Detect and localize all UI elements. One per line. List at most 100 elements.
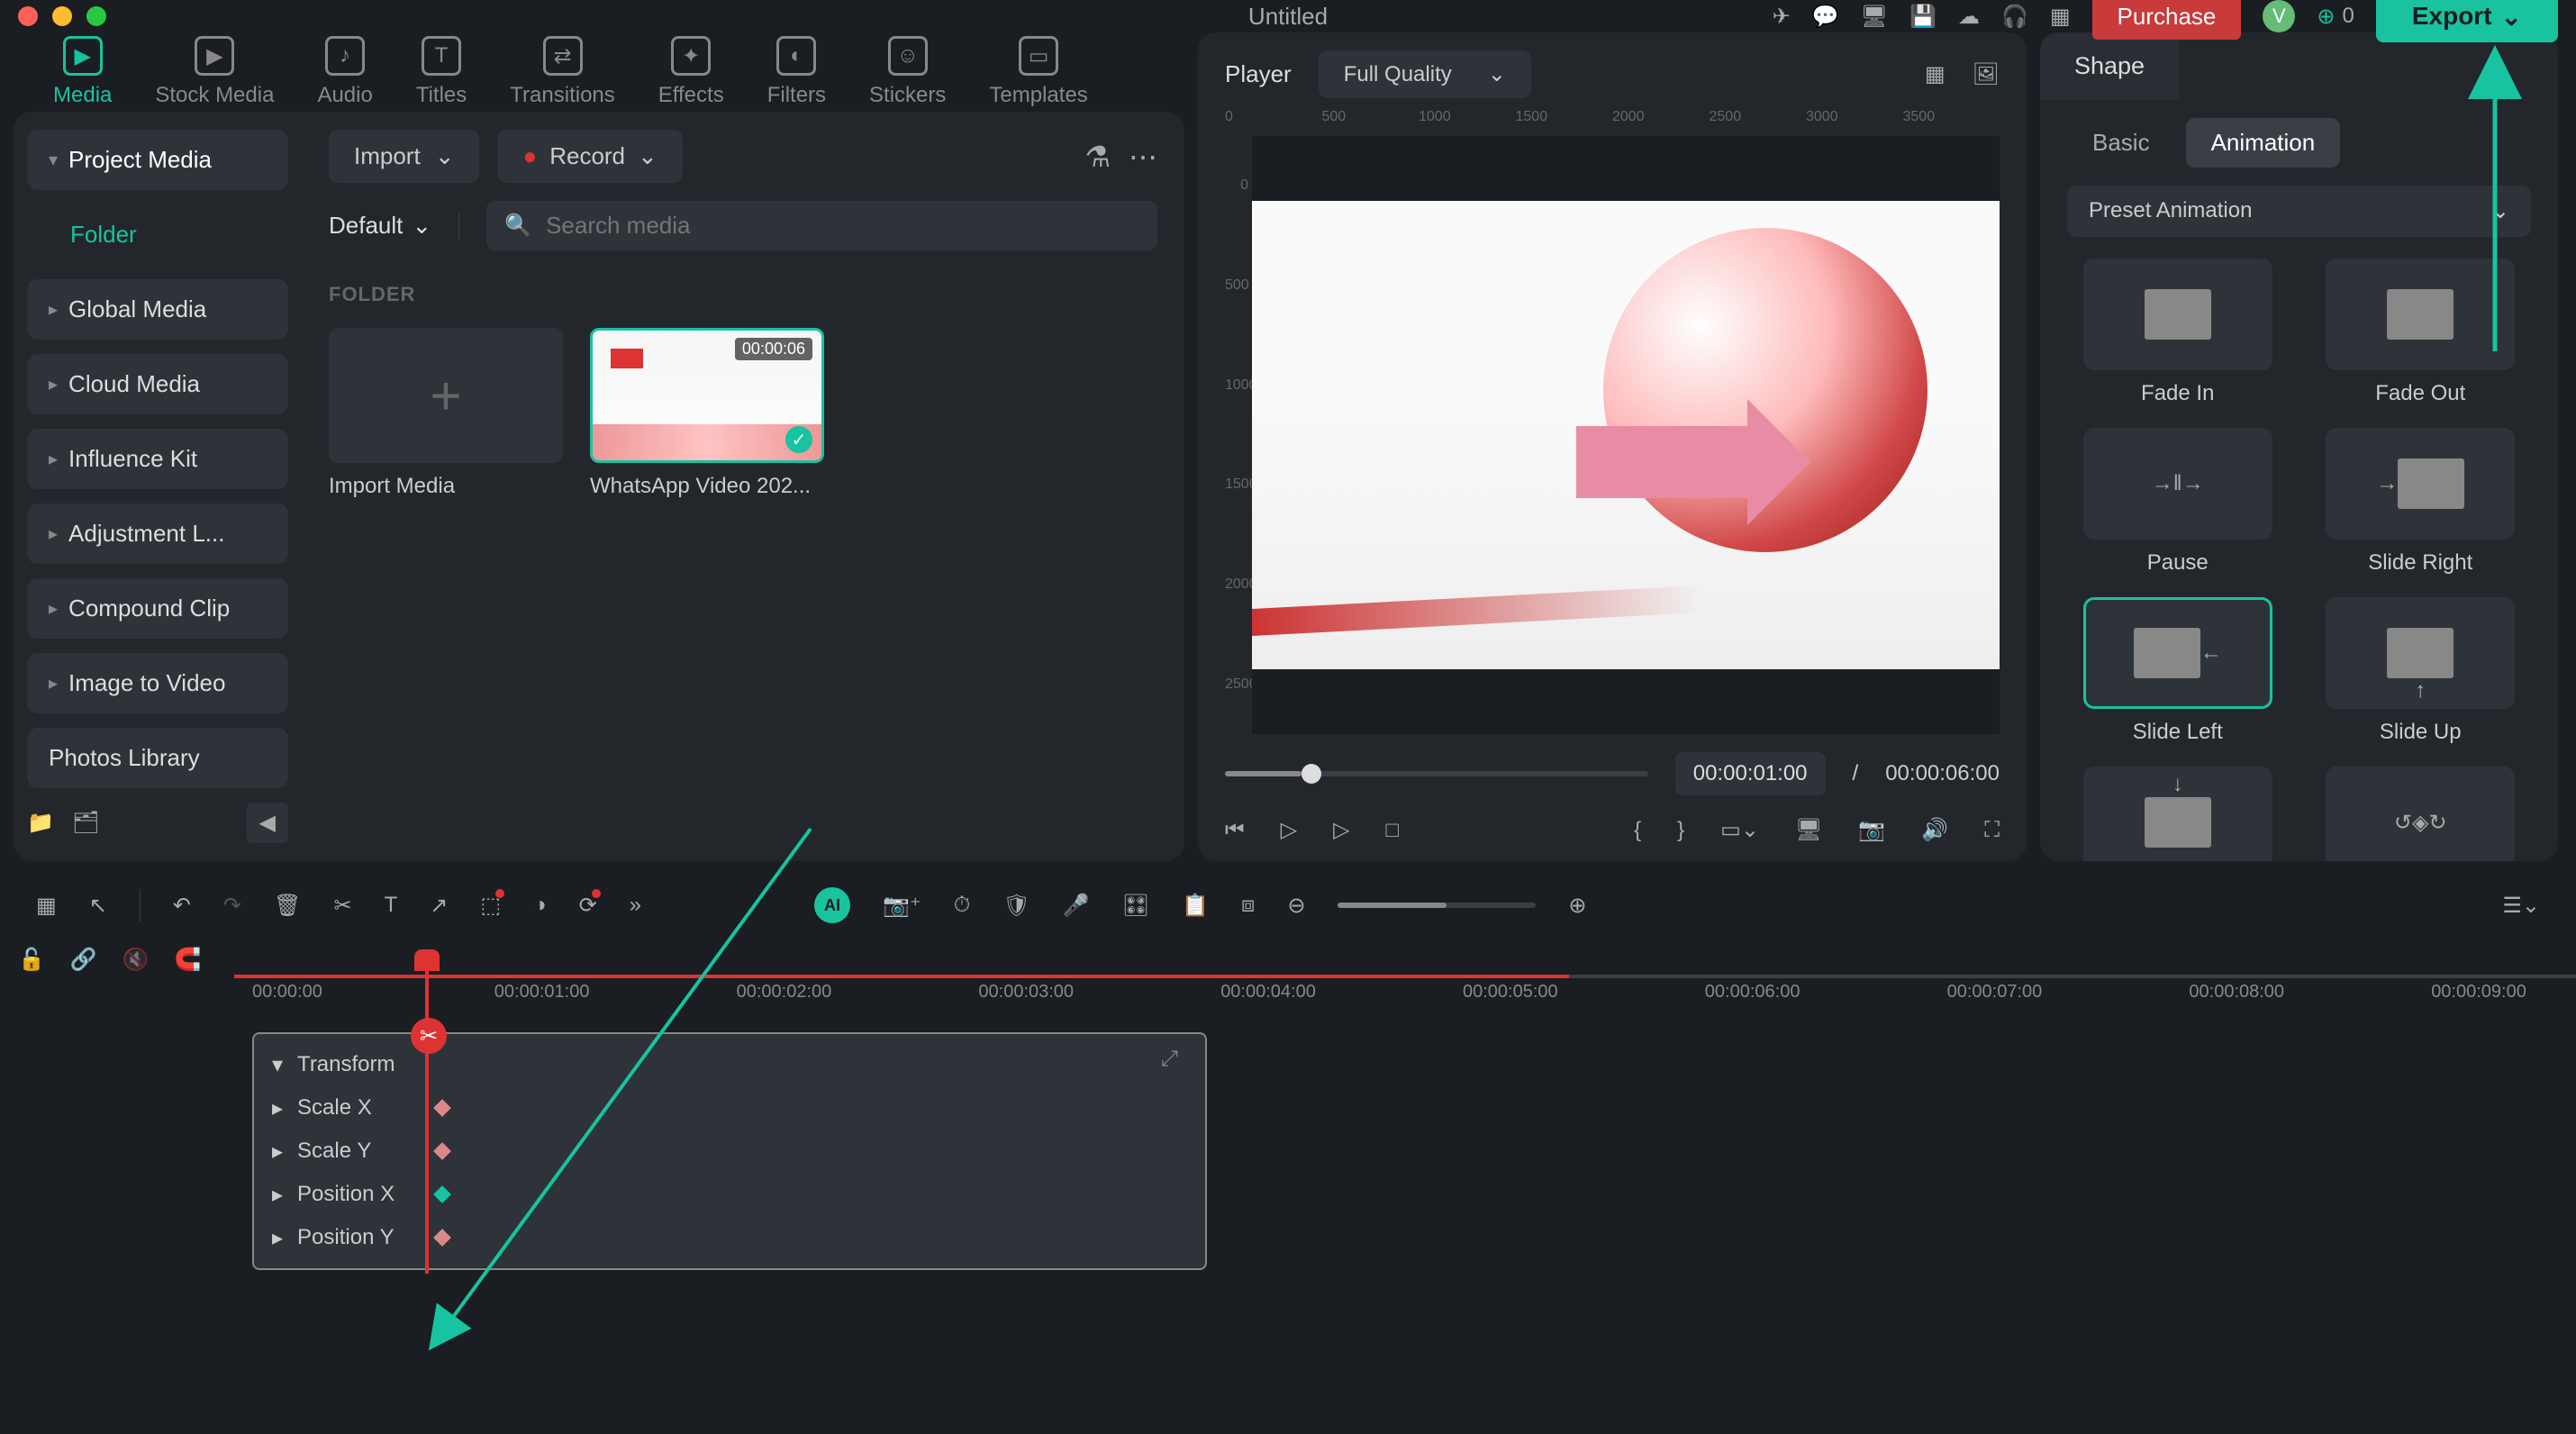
timeline-view-icon[interactable]: ☰⌄ (2502, 893, 2540, 919)
headphones-icon[interactable]: 🎧 (2001, 4, 2028, 30)
search-input[interactable] (546, 212, 1139, 240)
credits[interactable]: ⊕0 (2317, 4, 2354, 30)
redo-icon[interactable]: ↷ (223, 893, 241, 919)
sidebar-item-influence-kit[interactable]: ▸Influence Kit (27, 429, 288, 489)
animation-slide-down[interactable]: ↓Slide Down (2067, 767, 2289, 861)
animation-slide-right[interactable]: →Slide Right (2310, 428, 2532, 576)
ratio-icon[interactable]: ▭⌄ (1720, 817, 1759, 843)
tab-templates[interactable]: ▭Templates (989, 36, 1087, 108)
animation-fade-in[interactable]: Fade In (2067, 259, 2289, 406)
sidebar-item-compound-clip[interactable]: ▸Compound Clip (27, 578, 288, 639)
zoom-in-icon[interactable]: ⊕ (1568, 893, 1586, 919)
player-canvas[interactable] (1252, 136, 2000, 734)
preset-animation-dropdown[interactable]: Preset Animation⌄ (2067, 186, 2531, 237)
apps-icon[interactable]: ▦ (2050, 4, 2071, 30)
clipboard-icon[interactable]: 📋 (1182, 893, 1209, 919)
keyframe-active[interactable] (433, 1185, 451, 1203)
search-box[interactable]: 🔍 (486, 201, 1157, 250)
close-window[interactable] (18, 6, 38, 26)
tab-audio[interactable]: ♪Audio (317, 36, 372, 108)
animation-vortex-in[interactable]: ↺◈↻Vortex In (2310, 767, 2532, 861)
sidebar-item-cloud-media[interactable]: ▸Cloud Media (27, 354, 288, 414)
mark-out-icon[interactable]: } (1677, 818, 1684, 843)
send-icon[interactable]: ✈ (1773, 4, 1791, 30)
collapse-sidebar-icon[interactable]: ◀ (247, 803, 288, 843)
screen-icon[interactable]: 🖥 (1795, 817, 1822, 843)
import-media-card[interactable]: + Import Media (329, 328, 563, 499)
more-icon[interactable]: ⋯ (1129, 140, 1157, 174)
inspector-tab-animation[interactable]: Animation (2186, 118, 2341, 168)
shape-tab[interactable]: Shape (2040, 32, 2179, 100)
save-icon[interactable]: 💾 (1909, 4, 1937, 30)
prev-frame-icon[interactable]: ⏮ (1225, 818, 1245, 843)
sidebar-item-project-media[interactable]: ▾Project Media (27, 130, 288, 190)
mark-in-icon[interactable]: { (1634, 818, 1641, 843)
sidebar-item-adjustment-layer[interactable]: ▸Adjustment L... (27, 504, 288, 564)
record-button[interactable]: ●Record⌄ (497, 130, 682, 183)
tab-stickers[interactable]: ☺Stickers (869, 36, 946, 108)
maximize-window[interactable] (86, 6, 106, 26)
image-view-icon[interactable]: 🖼 (1973, 61, 2000, 87)
camera-plus-icon[interactable]: 📷⁺ (883, 893, 921, 919)
avatar[interactable]: V (2263, 0, 2295, 32)
snapshot-icon[interactable]: 📷 (1858, 817, 1885, 843)
tl-lock-icon[interactable]: 🔓 (18, 947, 45, 973)
delete-icon[interactable]: 🗑 (274, 893, 301, 919)
more-tools-icon[interactable]: » (630, 893, 641, 918)
purchase-button[interactable]: Purchase (2092, 0, 2242, 40)
keyframe[interactable] (433, 1229, 451, 1247)
shield-icon[interactable]: 🛡 (1002, 893, 1029, 919)
filter-icon[interactable]: ⚗ (1084, 140, 1111, 174)
next-frame-icon[interactable]: ▷ (1333, 817, 1349, 843)
sidebar-item-image-to-video[interactable]: ▸Image to Video (27, 653, 288, 713)
crop-icon[interactable]: ⬚ (480, 893, 501, 919)
cut-icon[interactable]: ✂ (333, 893, 351, 919)
fullscreen-icon[interactable]: ⛶ (1984, 818, 2000, 843)
keyframe[interactable] (433, 1099, 451, 1117)
sidebar-item-global-media[interactable]: ▸Global Media (27, 279, 288, 340)
tab-media[interactable]: ▶Media (53, 36, 112, 108)
tab-effects[interactable]: ✦Effects (658, 36, 724, 108)
sidebar-item-folder[interactable]: Folder (27, 204, 288, 265)
sidebar-item-photos-library[interactable]: Photos Library (27, 728, 288, 788)
equalizer-icon[interactable]: 🎛 (1122, 893, 1149, 919)
color-icon[interactable]: ◑ (533, 893, 547, 918)
transform-track[interactable]: ⤢ ▾Transform ▸Scale X ▸Scale Y ▸Position… (252, 1032, 1207, 1270)
tl-mute-icon[interactable]: 🔇 (122, 947, 150, 973)
text-icon[interactable]: T (385, 893, 398, 918)
grid-icon[interactable]: ▦ (36, 893, 57, 919)
stop-icon[interactable]: □ (1386, 818, 1400, 843)
sort-dropdown[interactable]: Default⌄ (329, 212, 431, 240)
minimize-window[interactable] (52, 6, 72, 26)
tab-filters[interactable]: ◐Filters (767, 36, 826, 108)
expand-track-icon[interactable]: ⤢ (1161, 1047, 1178, 1072)
new-bin-icon[interactable]: 🗂 (72, 810, 99, 836)
export-button[interactable]: Export⌄ (2376, 0, 2558, 42)
timer-icon[interactable]: ⏱ (954, 893, 971, 918)
media-clip-card[interactable]: 00:00:06 ✓ WhatsApp Video 202... (590, 328, 824, 499)
compress-icon[interactable]: ⧈ (1241, 893, 1255, 918)
zoom-slider[interactable] (1338, 903, 1536, 908)
tab-titles[interactable]: TTitles (416, 36, 467, 108)
select-icon[interactable]: ↖ (89, 893, 107, 919)
tab-transitions[interactable]: ⇄Transitions (510, 36, 614, 108)
animation-pause[interactable]: →‖→Pause (2067, 428, 2289, 576)
timeline-ruler[interactable]: 00:00:00 00:00:01:00 00:00:02:00 00:00:0… (252, 982, 2558, 1021)
animation-slide-up[interactable]: ↑Slide Up (2310, 597, 2532, 745)
new-folder-icon[interactable]: 📁 (27, 810, 54, 836)
arrow-shape[interactable] (1576, 426, 1756, 498)
chat-icon[interactable]: 💬 (1812, 4, 1839, 30)
ai-badge-icon[interactable]: AI (814, 887, 850, 923)
mic-icon[interactable]: 🎤 (1063, 893, 1090, 919)
animation-fade-out[interactable]: Fade Out (2310, 259, 2532, 406)
animation-slide-left[interactable]: ←Slide Left (2067, 597, 2289, 745)
import-button[interactable]: Import⌄ (329, 130, 479, 183)
speed-icon[interactable]: ⟳ (579, 893, 597, 919)
link-icon[interactable]: ↗ (430, 893, 448, 919)
tl-magnet-icon[interactable]: 🧲 (175, 947, 202, 973)
progress-slider[interactable] (1225, 771, 1648, 776)
zoom-out-icon[interactable]: ⊖ (1287, 893, 1305, 919)
scissor-icon[interactable]: ✂ (411, 1018, 447, 1054)
volume-icon[interactable]: 🔊 (1921, 817, 1948, 843)
quality-dropdown[interactable]: Full Quality⌄ (1319, 50, 1531, 98)
